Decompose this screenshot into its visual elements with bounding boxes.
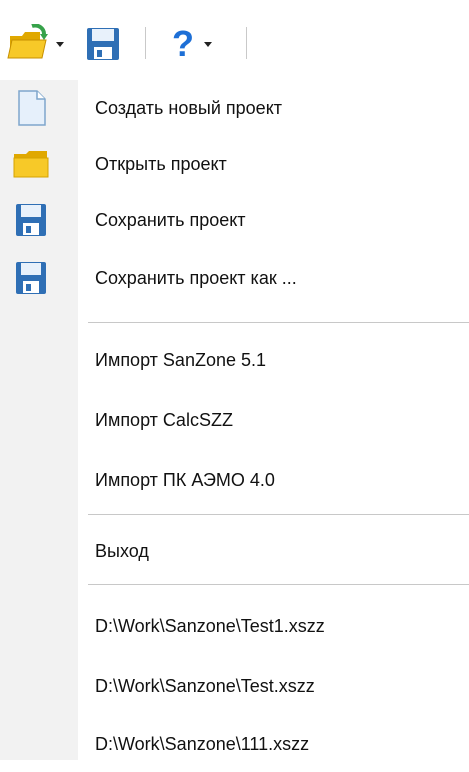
menu-item-new-project[interactable]: Создать новый проект	[0, 80, 469, 136]
chevron-down-icon[interactable]	[204, 41, 212, 47]
floppy-disk-icon	[87, 28, 119, 60]
menu-item-exit[interactable]: Выход	[0, 523, 469, 579]
menu-item-label: Импорт CalcSZZ	[95, 410, 233, 430]
menu-item-label: Выход	[95, 541, 149, 561]
save-toolbar-button[interactable]	[86, 26, 122, 62]
help-dropdown-button[interactable]: ?	[172, 24, 232, 64]
menu-item-save-project-as[interactable]: Сохранить проект как ...	[0, 250, 469, 306]
menu-item-recent-file[interactable]: D:\Work\Sanzone\Test1.xszz	[0, 598, 469, 654]
chevron-down-icon[interactable]	[56, 41, 64, 47]
floppy-disk-icon	[16, 262, 46, 294]
menu-item-label: Сохранить проект	[95, 210, 246, 230]
toolbar-separator	[145, 27, 146, 59]
file-menu: Создать новый проект Открыть проект Сохр…	[0, 80, 469, 760]
folder-icon	[13, 151, 49, 178]
menu-separator	[88, 584, 469, 585]
menu-item-import-sanzone[interactable]: Импорт SanZone 5.1	[0, 332, 469, 388]
menu-item-recent-file[interactable]: D:\Work\Sanzone\Test.xszz	[0, 658, 469, 714]
new-document-icon	[18, 90, 46, 126]
menu-item-recent-file[interactable]: D:\Work\Sanzone\111.xszz	[0, 716, 469, 772]
menu-item-label: Импорт ПК АЭМО 4.0	[95, 470, 275, 490]
menu-item-save-project[interactable]: Сохранить проект	[0, 192, 469, 248]
recent-file-path: D:\Work\Sanzone\Test.xszz	[95, 676, 315, 696]
toolbar: ?	[0, 0, 469, 80]
menu-item-label: Сохранить проект как ...	[95, 268, 297, 288]
menu-item-import-aemo[interactable]: Импорт ПК АЭМО 4.0	[0, 452, 469, 508]
menu-item-open-project[interactable]: Открыть проект	[0, 136, 469, 192]
menu-separator	[88, 322, 469, 323]
recent-file-path: D:\Work\Sanzone\Test1.xszz	[95, 616, 325, 636]
recent-file-path: D:\Work\Sanzone\111.xszz	[95, 734, 310, 754]
open-dropdown-button[interactable]	[6, 24, 74, 64]
menu-separator	[88, 514, 469, 515]
help-icon: ?	[172, 23, 194, 64]
menu-item-label: Открыть проект	[95, 154, 227, 174]
toolbar-separator	[246, 27, 247, 59]
menu-item-import-calcszz[interactable]: Импорт CalcSZZ	[0, 392, 469, 448]
folder-open-icon	[7, 24, 48, 59]
menu-item-label: Импорт SanZone 5.1	[95, 350, 267, 370]
floppy-disk-icon	[16, 204, 46, 236]
menu-item-label: Создать новый проект	[95, 98, 283, 118]
